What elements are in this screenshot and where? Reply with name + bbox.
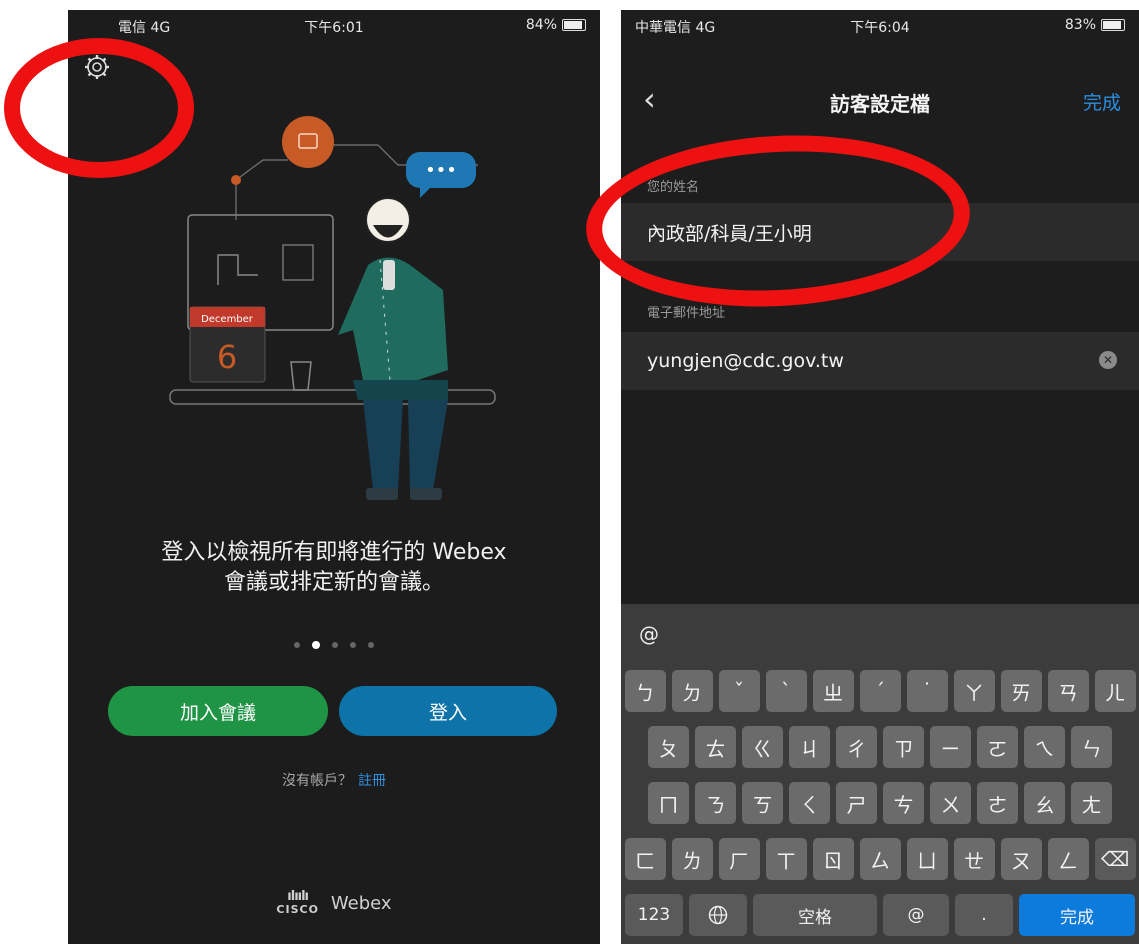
zhuyin-key[interactable]: ˙ bbox=[906, 670, 948, 712]
calendar-day: 6 bbox=[217, 338, 237, 376]
page-dot[interactable] bbox=[332, 642, 338, 648]
zhuyin-key[interactable]: ㄒ bbox=[765, 838, 807, 880]
keyboard-row-1: ㄅㄉ ˇ ˋ ㄓ ˊ ˙ ㄚㄞㄢㄦ bbox=[621, 670, 1139, 712]
zhuyin-key[interactable]: ㄇ bbox=[648, 782, 689, 824]
status-bar: 中華電信 4G 下午6:04 83% bbox=[621, 10, 1139, 40]
zhuyin-key[interactable]: ㄦ bbox=[1094, 670, 1136, 712]
page-dot[interactable] bbox=[368, 642, 374, 648]
sign-in-button[interactable]: 登入 bbox=[339, 686, 557, 736]
no-account-prompt: 沒有帳戶？ 註冊 bbox=[68, 770, 600, 790]
zhuyin-keyboard: @ ㄅㄉ ˇ ˋ ㄓ ˊ ˙ ㄚㄞㄢㄦ ㄆㄊㄍㄐㄔㄗㄧㄛㄟㄣ ㄇㄋㄎㄑㄕㄘㄨㄜㄠㄤ ㄈㄌㄏㄒ… bbox=[621, 604, 1139, 944]
zhuyin-key[interactable]: ㄤ bbox=[1071, 782, 1112, 824]
zhuyin-key[interactable]: ㄗ bbox=[883, 726, 924, 768]
zhuyin-key[interactable]: ㄣ bbox=[1071, 726, 1112, 768]
page-indicator[interactable] bbox=[68, 641, 600, 649]
zhuyin-key[interactable]: ㄛ bbox=[977, 726, 1018, 768]
space-key[interactable]: 空格 bbox=[753, 894, 877, 936]
battery-percent: 84% bbox=[525, 17, 557, 33]
zhuyin-key[interactable]: ㄓ bbox=[812, 670, 854, 712]
page-dot-active[interactable] bbox=[312, 641, 320, 649]
zhuyin-key[interactable]: ㄘ bbox=[883, 782, 924, 824]
zhuyin-key[interactable]: ㄚ bbox=[953, 670, 995, 712]
battery-icon bbox=[562, 19, 586, 31]
zhuyin-key[interactable]: ㄞ bbox=[1000, 670, 1042, 712]
cisco-logo: ılıılı CISCO bbox=[276, 890, 319, 916]
bubble-dots: ••• bbox=[425, 160, 457, 181]
zhuyin-key[interactable]: ㄆ bbox=[648, 726, 689, 768]
nav-bar: ‹ 訪客設定檔 完成 bbox=[621, 48, 1139, 148]
welcome-message: 登入以檢視所有即將進行的 Webex 會議或排定新的會議。 bbox=[68, 538, 600, 598]
zhuyin-key[interactable]: ㄝ bbox=[953, 838, 995, 880]
email-field-value: yungjen@cdc.gov.tw bbox=[647, 350, 844, 372]
zhuyin-key[interactable]: ㄥ bbox=[1047, 838, 1089, 880]
welcome-message-line1: 登入以檢視所有即將進行的 Webex bbox=[161, 540, 507, 565]
zhuyin-key[interactable]: ㄐ bbox=[789, 726, 830, 768]
zhuyin-key[interactable]: ㄢ bbox=[1047, 670, 1089, 712]
at-key[interactable]: @ bbox=[883, 894, 949, 936]
zhuyin-key[interactable]: ㄙ bbox=[859, 838, 901, 880]
zhuyin-key[interactable]: ˊ bbox=[859, 670, 901, 712]
clock: 下午6:01 bbox=[304, 20, 364, 36]
return-key[interactable]: 完成 bbox=[1019, 894, 1135, 936]
zhuyin-key[interactable]: ㄊ bbox=[695, 726, 736, 768]
zhuyin-key[interactable]: ㄎ bbox=[742, 782, 783, 824]
done-button[interactable]: 完成 bbox=[1083, 88, 1121, 115]
zhuyin-key[interactable]: ㄔ bbox=[836, 726, 877, 768]
cisco-webex-logo: ılıılı CISCO Webex bbox=[68, 890, 600, 916]
welcome-illustration: ••• December 6 bbox=[169, 116, 496, 500]
welcome-message-line2: 會議或排定新的會議。 bbox=[223, 570, 444, 595]
zhuyin-key[interactable]: ㄋ bbox=[695, 782, 736, 824]
zhuyin-key[interactable]: ㄌ bbox=[671, 838, 713, 880]
join-meeting-button[interactable]: 加入會議 bbox=[108, 686, 328, 736]
zhuyin-key[interactable]: ㄈ bbox=[624, 838, 666, 880]
keyboard-row-4: ㄈㄌㄏㄒㄖㄙㄩㄝㄡㄥ ⌫ bbox=[621, 838, 1139, 880]
zhuyin-key[interactable]: ㄨ bbox=[930, 782, 971, 824]
page-dot[interactable] bbox=[294, 642, 300, 648]
zhuyin-key[interactable]: ㄉ bbox=[671, 670, 713, 712]
clear-icon[interactable]: ✕ bbox=[1099, 351, 1117, 369]
zhuyin-key[interactable]: ㄠ bbox=[1024, 782, 1065, 824]
zhuyin-key[interactable]: ㄅ bbox=[624, 670, 666, 712]
page-title: 訪客設定檔 bbox=[830, 92, 930, 116]
dot-key[interactable]: . bbox=[955, 894, 1013, 936]
register-link[interactable]: 註冊 bbox=[358, 773, 386, 789]
cisco-wordmark: CISCO bbox=[276, 903, 319, 916]
zhuyin-key[interactable]: ㄩ bbox=[906, 838, 948, 880]
zhuyin-key[interactable]: ㄑ bbox=[789, 782, 830, 824]
globe-icon[interactable] bbox=[689, 894, 747, 936]
battery-indicator: 84% bbox=[526, 17, 586, 33]
battery-icon bbox=[1101, 19, 1125, 31]
zhuyin-key[interactable]: ㄡ bbox=[1000, 838, 1042, 880]
suggestion-at[interactable]: @ bbox=[639, 622, 659, 646]
no-account-text: 沒有帳戶？ bbox=[282, 773, 352, 789]
battery-indicator: 83% bbox=[1065, 17, 1125, 33]
numbers-key[interactable]: 123 bbox=[625, 894, 683, 936]
annotation-circle-settings bbox=[4, 38, 194, 178]
zhuyin-key[interactable]: ˋ bbox=[765, 670, 807, 712]
zhuyin-key[interactable]: ˇ bbox=[718, 670, 760, 712]
backspace-icon[interactable]: ⌫ bbox=[1094, 838, 1136, 880]
status-bar: 電信 4G 下午6:01 84% bbox=[68, 10, 600, 40]
zhuyin-key[interactable]: ㄏ bbox=[718, 838, 760, 880]
zhuyin-key[interactable]: ㄖ bbox=[812, 838, 854, 880]
zhuyin-key[interactable]: ㄧ bbox=[930, 726, 971, 768]
zhuyin-key[interactable]: ㄍ bbox=[742, 726, 783, 768]
zhuyin-key[interactable]: ㄟ bbox=[1024, 726, 1065, 768]
webex-wordmark: Webex bbox=[330, 892, 392, 914]
cisco-bars-logo: ılıılı bbox=[287, 889, 309, 904]
battery-percent: 83% bbox=[1064, 17, 1096, 33]
clock: 下午6:04 bbox=[850, 20, 910, 36]
zhuyin-key[interactable]: ㄜ bbox=[977, 782, 1018, 824]
keyboard-row-5: 123 空格 @ . 完成 bbox=[621, 894, 1139, 936]
calendar-month: December bbox=[201, 314, 254, 325]
email-field[interactable]: yungjen@cdc.gov.tw ✕ bbox=[621, 332, 1139, 390]
keyboard-row-3: ㄇㄋㄎㄑㄕㄘㄨㄜㄠㄤ bbox=[621, 782, 1139, 824]
zhuyin-key[interactable]: ㄕ bbox=[836, 782, 877, 824]
email-field-label: 電子郵件地址 bbox=[647, 306, 726, 321]
page-dot[interactable] bbox=[350, 642, 356, 648]
keyboard-row-2: ㄆㄊㄍㄐㄔㄗㄧㄛㄟㄣ bbox=[621, 726, 1139, 768]
